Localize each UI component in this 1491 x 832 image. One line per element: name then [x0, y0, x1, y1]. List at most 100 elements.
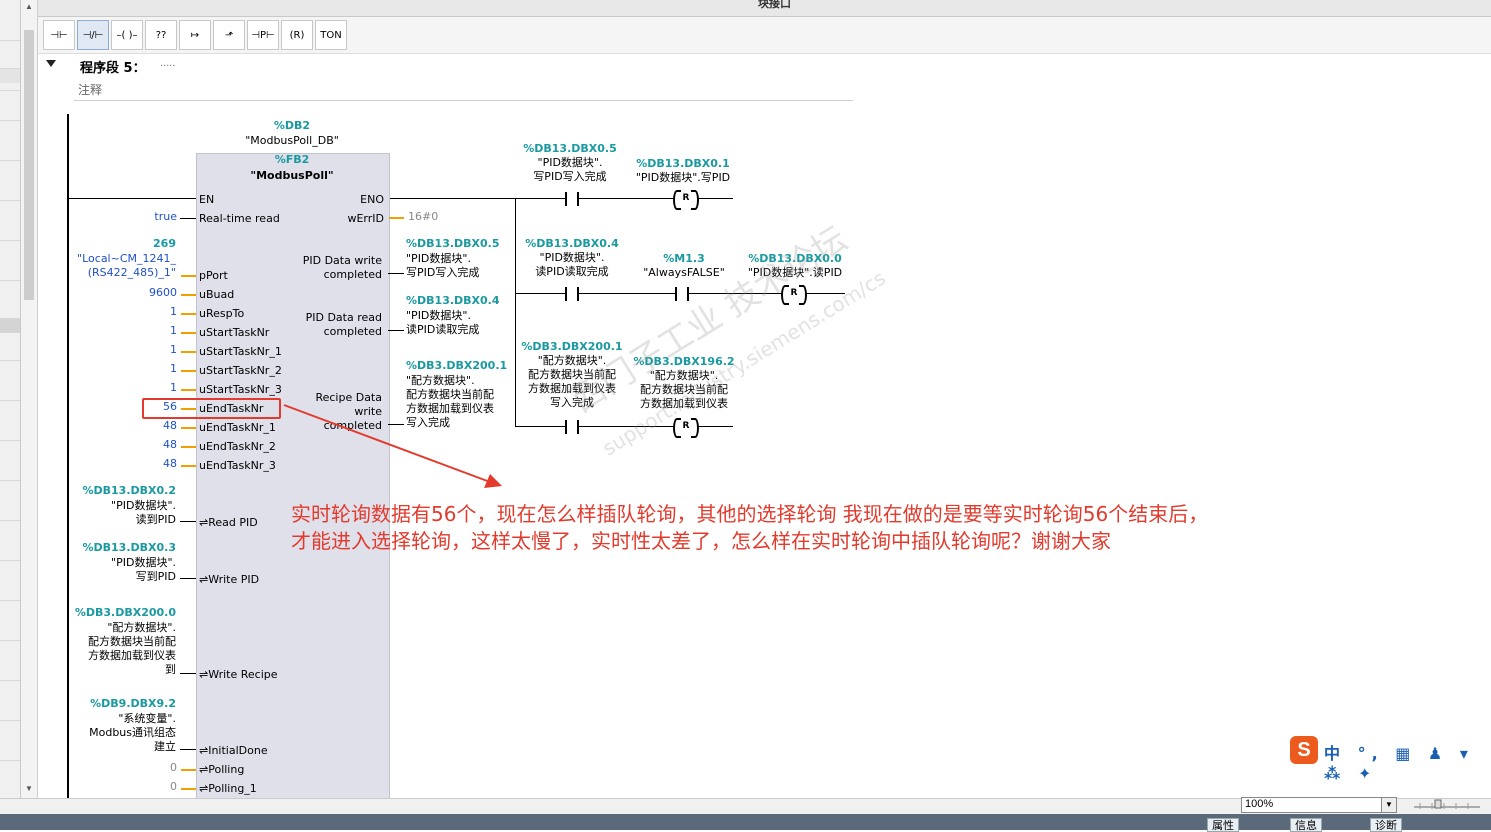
pin-uendtasknr-2: uEndTaskNr_2: [199, 440, 276, 453]
param-wire: [180, 218, 196, 219]
fb-name: "ModbusPoll": [250, 169, 334, 182]
no-contact-icon[interactable]: [675, 287, 689, 301]
param-value[interactable]: 16#0: [408, 211, 438, 223]
p-contact-button[interactable]: ⊣P⊢: [247, 20, 279, 50]
panel-row: [0, 720, 20, 735]
annotation-arrow: [283, 404, 502, 488]
param-value[interactable]: 48: [100, 439, 177, 451]
scroll-thumb[interactable]: [24, 30, 34, 300]
param-value[interactable]: 0: [100, 781, 177, 793]
open-branch-button[interactable]: ↦: [179, 20, 211, 50]
param-wire: [181, 389, 196, 391]
param-wire: [180, 749, 196, 750]
panel-row: [0, 318, 20, 333]
param-wire: [181, 769, 196, 771]
param-wire: [180, 521, 196, 522]
ton-timer-icon: TON: [320, 29, 342, 41]
nc-contact-button[interactable]: ⊣/⊢: [77, 20, 109, 50]
status-bar: [0, 814, 1491, 830]
reset-coil-icon[interactable]: R: [673, 190, 699, 210]
param-value[interactable]: 1: [100, 325, 177, 337]
pin-ustarttasknr-1: uStartTaskNr_1: [199, 345, 282, 358]
param-value[interactable]: (RS422_485)_1": [40, 267, 176, 279]
param-value[interactable]: 48: [100, 458, 177, 470]
network-comment[interactable]: 注释: [74, 78, 853, 101]
tag-name: "PID数据块".写PID: [635, 171, 731, 184]
param-wire: [388, 273, 404, 274]
no-contact-icon[interactable]: [565, 420, 579, 434]
tag-name: 方数据加载到仪表: [88, 649, 176, 662]
param-value[interactable]: 1: [100, 363, 177, 375]
block-interface-title[interactable]: 块接口: [758, 0, 791, 11]
empty-box-button[interactable]: ??: [145, 20, 177, 50]
param-value[interactable]: 9600: [100, 287, 177, 299]
param-value[interactable]: 1: [100, 382, 177, 394]
param-value[interactable]: 269: [60, 238, 176, 250]
block-interface-bar[interactable]: 块接口: [38, 0, 1491, 17]
param-wire: [181, 788, 196, 790]
chevron-down-icon[interactable]: ▼: [1381, 798, 1396, 812]
ton-timer-button[interactable]: TON: [315, 20, 347, 50]
tag-address: %DB3.DBX200.0: [74, 606, 176, 619]
rung-wire: [579, 293, 675, 294]
param-value[interactable]: 1: [100, 306, 177, 318]
tab-label: 信息: [1295, 819, 1317, 832]
panel-row: [0, 68, 20, 83]
tag-name: 写PID写入完成: [533, 170, 607, 183]
no-contact-icon[interactable]: [565, 192, 579, 206]
tag-name: 读到PID: [135, 513, 176, 526]
scroll-up-icon[interactable]: ▲: [24, 2, 34, 12]
db-name[interactable]: "ModbusPoll_DB": [196, 135, 388, 147]
tag-address: %DB13.DBX0.4: [406, 294, 500, 307]
vertical-scrollbar[interactable]: ▲ ▼: [21, 0, 38, 798]
pin-label-cont: completed: [323, 325, 382, 338]
tag-address: %DB13.DBX0.4: [525, 237, 619, 250]
collapse-triangle-icon[interactable]: [46, 60, 56, 67]
tag-name: 读PID读取完成: [406, 323, 480, 336]
param-wire: [181, 370, 196, 372]
nc-contact-icon: ⊣/⊢: [82, 29, 104, 41]
tag-name: Modbus通讯组态: [89, 726, 176, 739]
tag-name: "PID数据块".: [111, 499, 176, 512]
reset-coil-icon[interactable]: R: [673, 418, 699, 438]
pin-eno: ENO: [360, 193, 384, 206]
param-value[interactable]: 1: [100, 344, 177, 356]
coil-button[interactable]: –( )–: [111, 20, 143, 50]
tag-name: 配方数据块当前配: [88, 635, 176, 648]
param-wire: [181, 313, 196, 315]
power-rail: [67, 114, 69, 798]
param-value[interactable]: 0: [100, 762, 177, 774]
pin-uendtasknr-1: uEndTaskNr_1: [199, 421, 276, 434]
panel-row: [0, 120, 20, 135]
network-header[interactable]: 程序段 5： .....: [38, 54, 853, 76]
param-value[interactable]: "Local~CM_1241_: [40, 253, 176, 265]
fb-address: %FB2: [274, 153, 310, 166]
empty-box-icon: ??: [155, 29, 167, 41]
eno-wire: [388, 198, 515, 199]
ime-toolbar[interactable]: S 中 °, ▦ ♟ ▾ ⁂ ✦: [1290, 736, 1490, 783]
close-branch-icon: ⬏: [224, 29, 234, 41]
rung-wire: [697, 198, 733, 199]
panel-row: [0, 640, 20, 655]
tag-name: 到: [165, 663, 176, 676]
tab-label: 属性: [1212, 819, 1234, 832]
zoom-select[interactable]: 100% ▼: [1241, 797, 1397, 813]
pin-initialdone: ⇌InitialDone: [199, 744, 268, 757]
no-contact-button[interactable]: ⊣⊢: [43, 20, 75, 50]
tag-address: %M1.3: [663, 252, 705, 265]
param-value[interactable]: true: [100, 211, 177, 223]
reset-coil-button[interactable]: (R): [281, 20, 313, 50]
left-panel-strip: [0, 0, 21, 830]
network-title-placeholder[interactable]: .....: [160, 57, 175, 69]
scroll-down-icon[interactable]: ▼: [24, 784, 34, 794]
close-branch-button[interactable]: ⬏: [213, 20, 245, 50]
no-contact-icon[interactable]: [565, 287, 579, 301]
sogou-logo-icon[interactable]: S: [1290, 736, 1318, 764]
zoom-slider[interactable]: [1414, 799, 1480, 811]
param-wire: [181, 446, 196, 448]
panel-row: [0, 200, 20, 215]
pin-en: EN: [199, 193, 215, 206]
param-value[interactable]: 48: [100, 420, 177, 432]
panel-row: [0, 280, 20, 295]
ime-items[interactable]: 中 °, ▦ ♟ ▾ ⁂ ✦: [1324, 740, 1490, 783]
